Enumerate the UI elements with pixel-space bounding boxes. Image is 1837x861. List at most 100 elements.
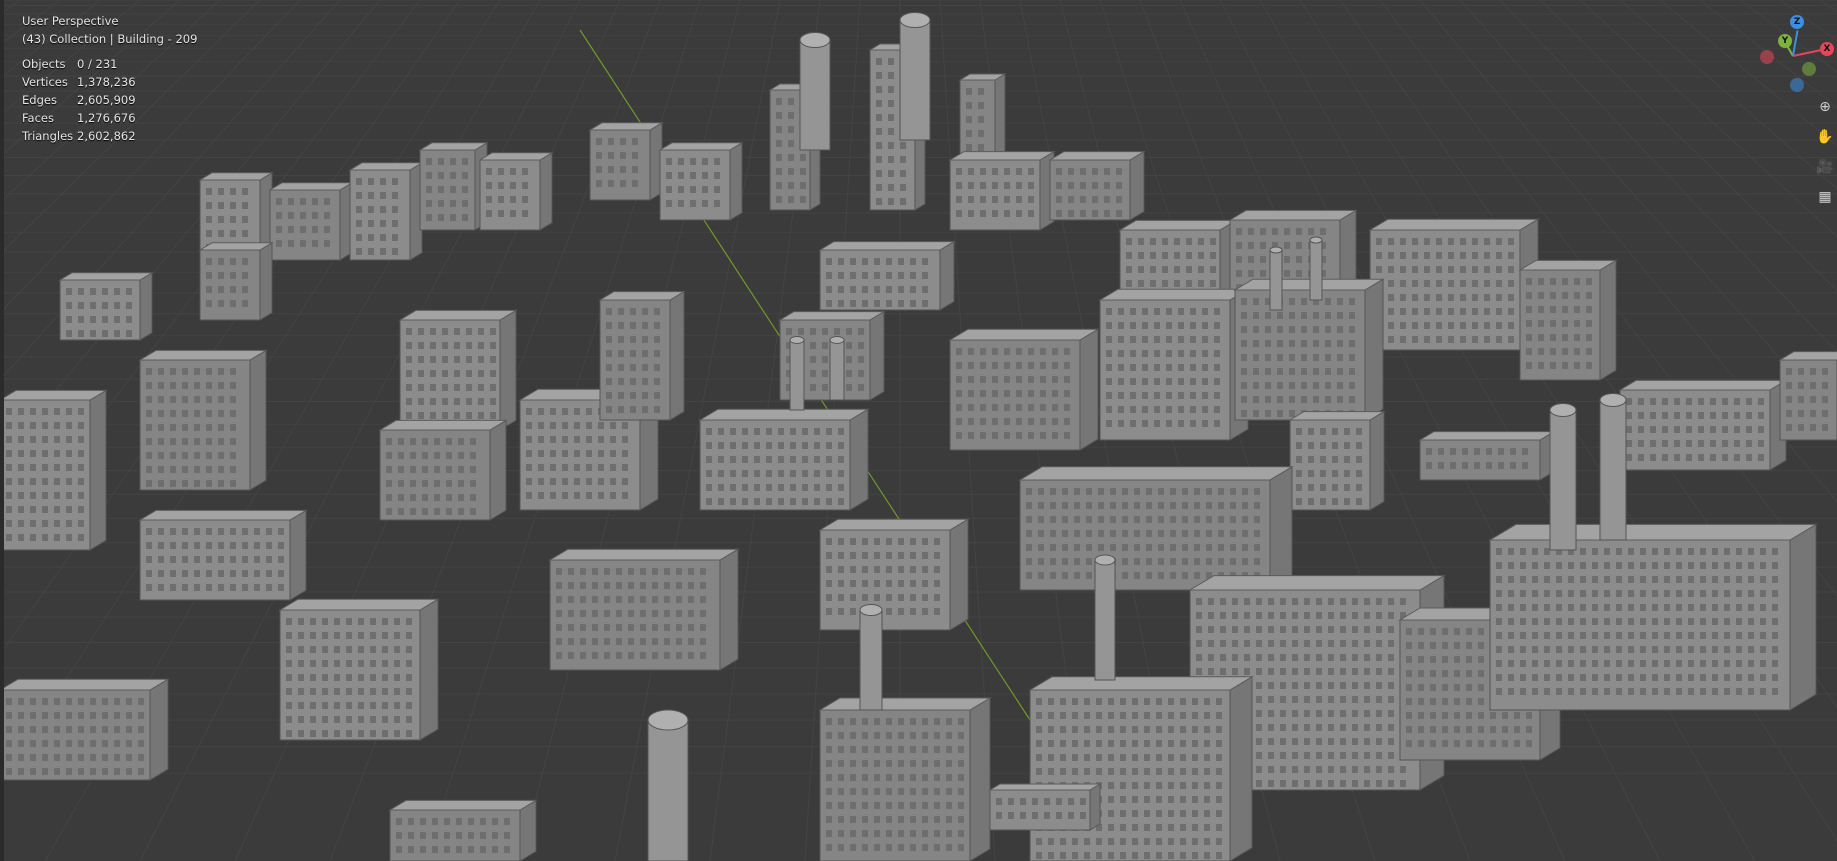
window bbox=[1156, 726, 1162, 733]
window bbox=[1748, 562, 1754, 569]
neg-y-axis-ball[interactable] bbox=[1802, 62, 1816, 76]
window bbox=[1712, 562, 1718, 569]
window bbox=[1436, 336, 1442, 343]
window bbox=[1098, 530, 1104, 537]
window bbox=[242, 258, 248, 265]
window bbox=[1108, 852, 1114, 859]
window bbox=[66, 288, 72, 295]
window bbox=[886, 608, 892, 615]
window bbox=[1316, 752, 1322, 759]
x-axis-ball[interactable]: X bbox=[1820, 42, 1834, 56]
window bbox=[78, 698, 84, 705]
window bbox=[230, 438, 236, 445]
window bbox=[1216, 740, 1222, 747]
window bbox=[1106, 420, 1112, 427]
window bbox=[1132, 698, 1138, 705]
window bbox=[1532, 562, 1538, 569]
building-roof bbox=[818, 241, 956, 251]
window bbox=[490, 328, 496, 335]
window bbox=[368, 206, 374, 213]
window bbox=[616, 582, 622, 589]
window bbox=[206, 480, 212, 487]
window bbox=[66, 478, 72, 485]
window bbox=[800, 168, 806, 175]
window bbox=[1544, 604, 1550, 611]
window bbox=[1736, 618, 1742, 625]
window bbox=[598, 492, 604, 499]
window bbox=[1214, 378, 1220, 385]
window bbox=[1060, 726, 1066, 733]
window bbox=[1810, 410, 1816, 417]
window bbox=[1206, 558, 1212, 565]
window bbox=[642, 378, 648, 385]
window bbox=[426, 186, 432, 193]
window bbox=[1218, 558, 1224, 565]
window bbox=[454, 342, 460, 349]
building-side bbox=[669, 290, 685, 421]
window bbox=[498, 210, 504, 217]
window bbox=[218, 300, 224, 307]
window bbox=[1320, 442, 1326, 449]
window bbox=[574, 478, 580, 485]
window bbox=[606, 378, 612, 385]
zoom-icon[interactable]: ⊕ bbox=[1814, 96, 1836, 118]
window bbox=[1036, 754, 1042, 761]
building-roof bbox=[1048, 151, 1146, 161]
window bbox=[838, 552, 844, 559]
window bbox=[42, 740, 48, 747]
window bbox=[886, 538, 892, 545]
window bbox=[230, 188, 236, 195]
window bbox=[826, 566, 832, 573]
window bbox=[910, 608, 916, 615]
window bbox=[850, 566, 856, 573]
window bbox=[888, 142, 894, 149]
window bbox=[1016, 182, 1022, 189]
window bbox=[1086, 530, 1092, 537]
window bbox=[1316, 668, 1322, 675]
window bbox=[1376, 682, 1382, 689]
window bbox=[1328, 738, 1334, 745]
smokestack bbox=[829, 339, 845, 401]
window bbox=[1337, 312, 1343, 319]
window bbox=[1304, 654, 1310, 661]
window bbox=[862, 746, 868, 753]
window bbox=[346, 688, 352, 695]
pan-hand-icon[interactable]: ✋ bbox=[1814, 126, 1836, 148]
window bbox=[1289, 340, 1295, 347]
window bbox=[1192, 740, 1198, 747]
window bbox=[874, 594, 880, 601]
window bbox=[298, 688, 304, 695]
camera-icon[interactable]: 🎥 bbox=[1814, 156, 1836, 178]
window bbox=[1544, 562, 1550, 569]
window bbox=[158, 570, 164, 577]
window bbox=[838, 594, 844, 601]
window bbox=[370, 674, 376, 681]
window bbox=[754, 456, 760, 463]
window bbox=[718, 456, 724, 463]
window bbox=[1052, 418, 1058, 425]
neg-x-axis-ball[interactable] bbox=[1760, 50, 1774, 64]
window bbox=[1652, 590, 1658, 597]
window bbox=[934, 580, 940, 587]
window bbox=[992, 348, 998, 355]
z-axis-ball[interactable]: Z bbox=[1790, 15, 1804, 29]
window bbox=[640, 652, 646, 659]
window bbox=[1700, 562, 1706, 569]
3d-viewport[interactable]: User Perspective (43) Collection | Build… bbox=[0, 0, 1837, 861]
window bbox=[826, 816, 832, 823]
window bbox=[876, 100, 882, 107]
smokestack-top bbox=[1269, 246, 1283, 254]
window bbox=[218, 382, 224, 389]
window bbox=[42, 698, 48, 705]
navigation-gizmo[interactable]: X Y Z bbox=[1752, 14, 1834, 94]
window bbox=[1214, 308, 1220, 315]
window bbox=[632, 166, 638, 173]
window bbox=[862, 300, 868, 307]
y-axis-ball[interactable]: Y bbox=[1778, 34, 1792, 48]
window bbox=[310, 688, 316, 695]
window bbox=[1166, 350, 1172, 357]
building-roof bbox=[948, 151, 1056, 161]
neg-z-axis-ball[interactable] bbox=[1790, 78, 1804, 92]
window bbox=[1320, 470, 1326, 477]
orthographic-grid-icon[interactable]: ▦ bbox=[1814, 186, 1836, 208]
